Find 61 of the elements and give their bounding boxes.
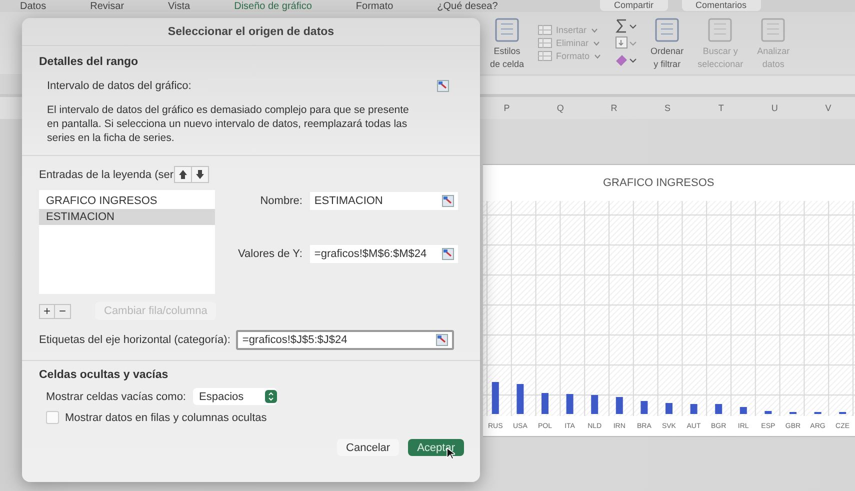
- eraser-icon[interactable]: [614, 53, 637, 67]
- caret-icon: [590, 28, 598, 32]
- caret-icon: [594, 54, 601, 58]
- column-header[interactable]: S: [640, 103, 694, 113]
- accept-button[interactable]: Aceptar: [408, 439, 464, 456]
- series-item[interactable]: GRAFICO INGRESOS: [39, 193, 215, 209]
- section-heading: Detalles del rango: [39, 56, 140, 68]
- menu-item[interactable]: Vista: [168, 0, 190, 12]
- range-picker-icon[interactable]: [442, 248, 454, 260]
- caret-icon: [592, 40, 600, 46]
- series-item[interactable]: ESTIMACION: [39, 209, 215, 225]
- fill-icon[interactable]: [614, 36, 637, 50]
- menu-item[interactable]: Revisar: [90, 0, 124, 12]
- field-label: Entradas de la leyenda (ser: [39, 168, 174, 180]
- stepper-icon: [265, 390, 277, 403]
- section-heading: Celdas ocultas y vacías: [39, 369, 170, 381]
- field-label: Valores de Y:: [238, 248, 302, 260]
- menu-item[interactable]: Formato: [356, 0, 394, 12]
- field-label: Mostrar celdas vacías como:: [46, 390, 186, 402]
- column-header[interactable]: P: [480, 103, 534, 113]
- cells-icon: [538, 25, 552, 35]
- column-header[interactable]: U: [748, 103, 802, 113]
- header-button[interactable]: Comentarios: [682, 0, 761, 11]
- column-header[interactable]: Q: [534, 103, 588, 113]
- column-header[interactable]: V: [801, 103, 855, 113]
- add-button[interactable]: +: [39, 304, 55, 318]
- checkbox[interactable]: [46, 411, 59, 424]
- field-label: Intervalo de datos del gráfico:: [47, 80, 192, 92]
- range-picker-icon[interactable]: [442, 195, 454, 207]
- cells-icon: [538, 38, 552, 48]
- chart-bar[interactable]: [715, 404, 722, 414]
- chart-bar[interactable]: [764, 411, 772, 414]
- checkbox-label: Mostrar datos en filas y columnas ocultas: [65, 412, 267, 424]
- ribbon-button[interactable]: Estilos de celda: [490, 16, 524, 70]
- cancel-button[interactable]: Cancelar: [337, 439, 400, 456]
- cells-icon: [538, 51, 552, 61]
- chart-title: GRAFICO INGRESOS: [603, 177, 714, 189]
- menu-item[interactable]: ¿Qué desea?: [437, 0, 498, 12]
- move-buttons[interactable]: [174, 166, 209, 183]
- range-picker-icon[interactable]: [437, 80, 450, 92]
- field-label: Nombre:: [260, 195, 302, 207]
- remove-button[interactable]: −: [55, 304, 71, 318]
- chart-bar[interactable]: [516, 384, 524, 414]
- menu-item[interactable]: Diseño de gráfico: [234, 0, 312, 12]
- axis-labels-field[interactable]: =graficos!$J$5:$J$24: [236, 330, 454, 350]
- chart-bar[interactable]: [591, 395, 598, 414]
- series-name-field[interactable]: ESTIMACION: [310, 192, 458, 210]
- column-header[interactable]: T: [694, 103, 748, 113]
- chart-bar[interactable]: [640, 401, 648, 414]
- y-values-field[interactable]: =graficos!$M$6:$M$24: [310, 245, 458, 263]
- header-button[interactable]: Compartir: [600, 0, 668, 11]
- range-picker-icon[interactable]: [436, 334, 448, 346]
- ribbon-button[interactable]: Ordenar y filtrar: [650, 16, 684, 70]
- dialog-title: Seleccionar el origen de datos: [168, 26, 334, 38]
- series-list[interactable]: GRAFICO INGRESOS ESTIMACION: [39, 190, 215, 294]
- info-text: El intervalo de datos del gráfico es demasiado complejo para que se presente en pantalla. Si selecciona un nuevo intervalo de datos, reemplazará todas las series en la ficha de series.: [47, 103, 410, 145]
- autosum-icon[interactable]: [614, 19, 637, 33]
- menu-item[interactable]: Datos: [20, 0, 46, 12]
- empty-cells-dropdown[interactable]: Espacios: [193, 388, 277, 405]
- field-label: Etiquetas del eje horizontal (categoría):: [39, 334, 230, 346]
- column-header[interactable]: R: [587, 103, 641, 113]
